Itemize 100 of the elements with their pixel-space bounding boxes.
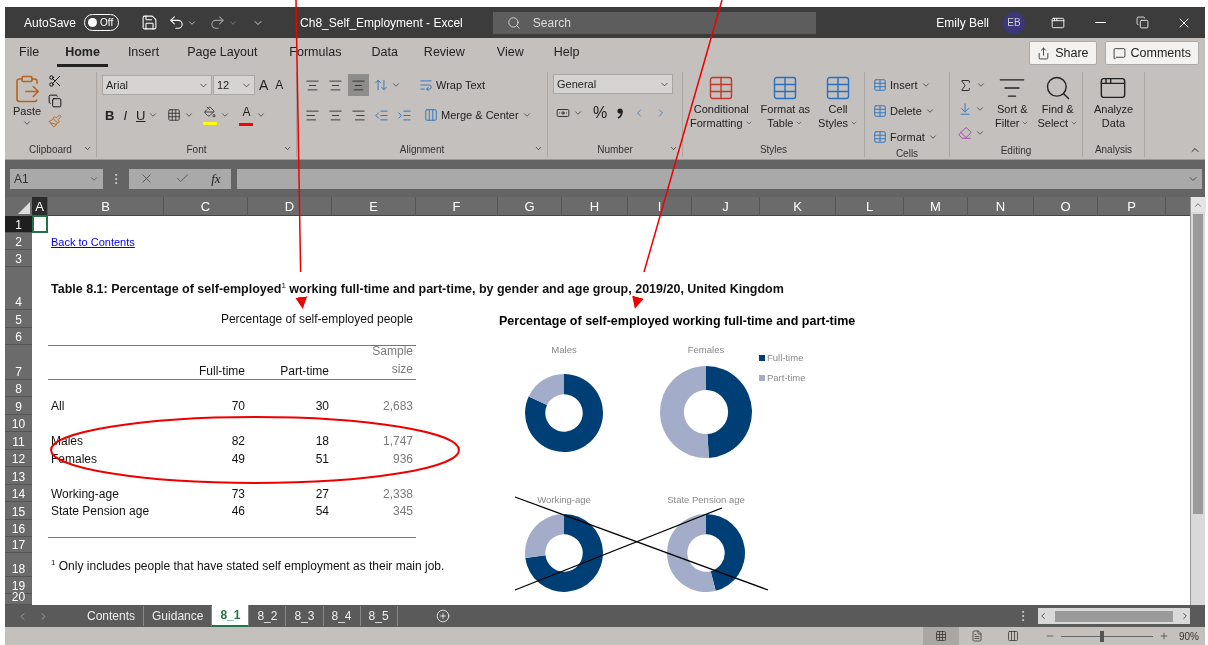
menu-tab[interactable]: Page Layout: [179, 39, 266, 67]
menu-tab[interactable]: View: [488, 39, 532, 67]
column-header[interactable]: K: [760, 197, 836, 216]
scroll-thumb[interactable]: [1055, 610, 1173, 622]
column-header[interactable]: D: [248, 197, 332, 216]
find-select-button[interactable]: Find & Select: [1035, 74, 1081, 130]
sheet-tab[interactable]: 8_1: [212, 605, 250, 627]
row-header[interactable]: 10: [5, 415, 32, 432]
bold-button[interactable]: B: [102, 104, 118, 126]
row-header[interactable]: 15: [5, 502, 32, 520]
table-cell-text: 18: [314, 433, 330, 450]
back-to-contents-link[interactable]: Back to Contents: [51, 235, 135, 248]
column-header[interactable]: O: [1034, 197, 1098, 216]
row-header[interactable]: 8: [5, 380, 32, 397]
column-header[interactable]: B: [48, 197, 164, 216]
row-header[interactable]: 3: [5, 250, 32, 267]
menu-tab[interactable]: File: [11, 39, 48, 67]
menu-tab[interactable]: Help: [545, 39, 588, 67]
cut-icon[interactable]: [48, 74, 62, 88]
paste-button[interactable]: Paste: [10, 74, 44, 128]
wrap-text-button[interactable]: Wrap Text: [416, 74, 489, 96]
dialog-launcher-icon[interactable]: [283, 144, 292, 153]
menu-tab[interactable]: Insert: [119, 39, 168, 67]
scroll-up-button[interactable]: [1190, 197, 1206, 212]
user-avatar[interactable]: EB: [1003, 11, 1025, 34]
column-header[interactable]: H: [562, 197, 628, 216]
row-header[interactable]: 17: [5, 537, 32, 553]
column-header[interactable]: G: [498, 197, 562, 216]
styles-button[interactable]: Conditional Formatting: [688, 74, 755, 130]
search-field[interactable]: Search: [492, 11, 816, 34]
dialog-launcher-icon[interactable]: [83, 144, 92, 153]
row-header[interactable]: 1: [5, 216, 32, 233]
cells-button[interactable]: Insert: [870, 74, 934, 96]
font-color-button[interactable]: A: [236, 104, 270, 126]
menu-tab[interactable]: Data: [363, 39, 406, 67]
row-header[interactable]: 12: [5, 450, 32, 467]
row-header[interactable]: 13: [5, 467, 32, 485]
row-header[interactable]: 4: [5, 267, 32, 310]
row-header[interactable]: 11: [5, 432, 32, 450]
analyze-data-button[interactable]: Analyze Data: [1091, 74, 1136, 130]
sheet-tab[interactable]: 8_5: [360, 606, 398, 626]
row-header[interactable]: 2: [5, 233, 32, 250]
dialog-launcher-icon[interactable]: [669, 144, 678, 153]
undo-icon[interactable]: [168, 14, 186, 31]
font-name-dropdown[interactable]: Arial: [102, 75, 212, 95]
sheet-tab[interactable]: 8_2: [249, 606, 287, 626]
column-header[interactable]: C: [164, 197, 248, 216]
save-icon[interactable]: [141, 14, 159, 31]
cells-button[interactable]: Format: [870, 126, 941, 148]
comments-button[interactable]: Comments: [1104, 41, 1199, 65]
column-header[interactable]: F: [416, 197, 498, 216]
column-header[interactable]: I: [628, 197, 692, 216]
column-header[interactable]: E: [332, 197, 416, 216]
horizontal-scrollbar[interactable]: [1038, 608, 1190, 624]
sheet-tab[interactable]: 8_4: [323, 606, 361, 626]
row-header[interactable]: 16: [5, 520, 32, 537]
styles-button[interactable]: Format as Table: [758, 74, 813, 130]
menu-tab[interactable]: Review: [415, 39, 473, 67]
name-box[interactable]: A1: [10, 168, 103, 189]
row-header[interactable]: 9: [5, 397, 32, 415]
selected-cell[interactable]: [32, 215, 48, 233]
shrink-font-button[interactable]: A: [272, 74, 287, 96]
row-header[interactable]: 14: [5, 485, 32, 502]
vertical-scroll-thumb[interactable]: [1193, 214, 1203, 514]
row-header[interactable]: 6: [5, 328, 32, 345]
underline-button[interactable]: U: [133, 104, 162, 126]
formula-input[interactable]: [237, 168, 1202, 189]
italic-button[interactable]: I: [120, 104, 130, 126]
add-sheet-icon[interactable]: [435, 609, 450, 623]
copy-icon[interactable]: [48, 94, 62, 108]
sort-filter-button[interactable]: Sort & Filter: [993, 74, 1032, 130]
sheet-tab[interactable]: Contents: [79, 606, 145, 626]
row-header[interactable]: 7: [5, 345, 32, 380]
insert-function-button[interactable]: fx: [211, 170, 221, 187]
font-size-dropdown[interactable]: 12: [213, 75, 255, 95]
cells-button[interactable]: Delete: [870, 100, 938, 122]
vertical-align-button[interactable]: [348, 74, 369, 96]
percent-button[interactable]: %: [590, 102, 611, 124]
merge-center-button[interactable]: Merge & Center: [421, 104, 535, 126]
zoom-in-icon[interactable]: [1159, 631, 1169, 641]
styles-button[interactable]: Cell Styles: [816, 74, 861, 130]
row-header[interactable]: 20: [5, 594, 32, 605]
number-format-dropdown[interactable]: General: [553, 74, 673, 94]
brush-icon[interactable]: [48, 114, 62, 128]
row-header[interactable]: 18: [5, 553, 32, 577]
column-header[interactable]: J: [692, 197, 760, 216]
dialog-launcher-icon[interactable]: [534, 144, 543, 153]
caret-icon: [795, 119, 804, 127]
column-header[interactable]: N: [968, 197, 1034, 216]
grow-font-button[interactable]: A: [256, 74, 272, 96]
sheet-tab[interactable]: 8_3: [286, 606, 324, 626]
column-header[interactable]: P: [1098, 197, 1166, 216]
row-header[interactable]: 5: [5, 310, 32, 328]
view-button[interactable]: [923, 627, 959, 645]
share-button[interactable]: Share: [1029, 41, 1097, 65]
redo-icon[interactable]: [209, 14, 227, 31]
column-header[interactable]: L: [836, 197, 904, 216]
column-header[interactable]: M: [904, 197, 968, 216]
select-all-button[interactable]: [5, 197, 32, 216]
grid-icon: [167, 108, 182, 122]
